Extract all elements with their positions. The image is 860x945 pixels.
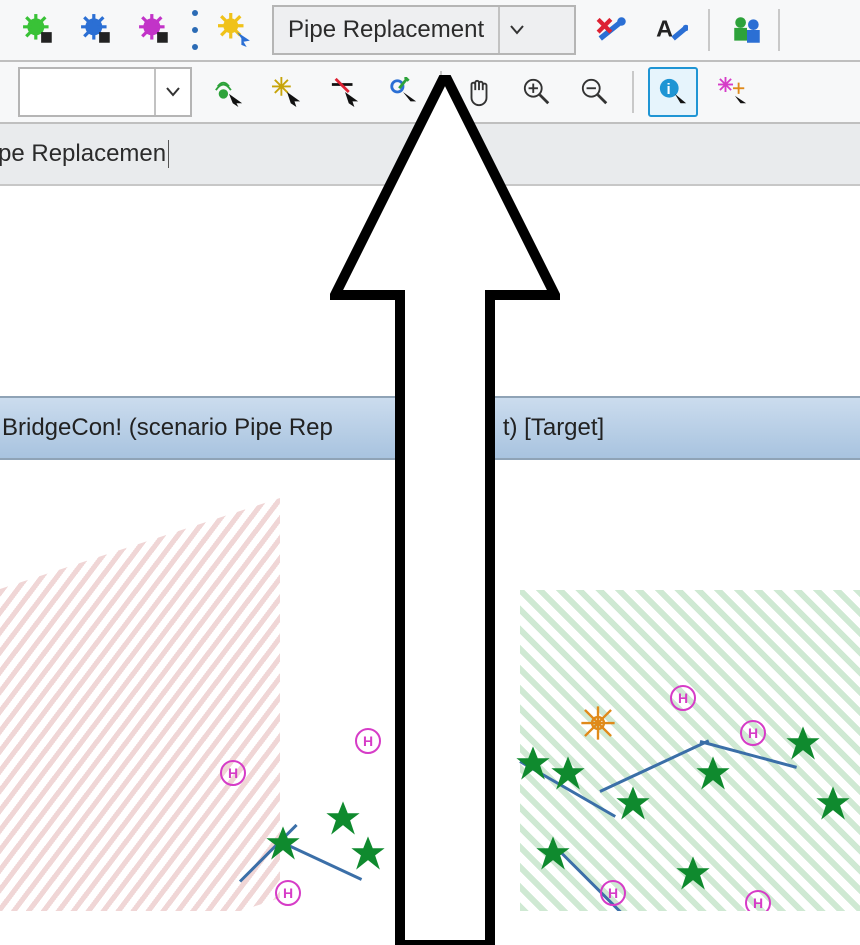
hydrant-node[interactable]: H [670,685,696,711]
people-button[interactable] [724,7,770,53]
toolbar-separator-icon [708,9,710,51]
sun-cursor-icon [218,13,252,47]
tree-node[interactable] [270,830,296,856]
model-window-title-prefix: BridgeCon! (scenario Pipe Rep [2,414,333,442]
scenario-name-text: pe Replacemen [0,140,166,168]
sparkle-cursor-icon [718,77,748,107]
workspace-blank-area [0,186,860,396]
zoom-in-button[interactable] [514,69,560,115]
scenario-name-bar: pe Replacemen [0,124,860,186]
map-canvas[interactable]: H H H H H H H [0,460,860,911]
zoom-out-icon [580,77,610,107]
tree-node[interactable] [620,790,646,816]
gear-magenta-button[interactable] [132,7,178,53]
info-button[interactable]: i [648,67,698,117]
gear-blue-button[interactable] [74,7,120,53]
no-cursor-button[interactable] [322,69,368,115]
signal-cursor-button[interactable] [206,69,252,115]
toolbar-separator-icon [190,10,200,50]
toolbar-separator-icon [778,9,780,51]
tree-node[interactable] [520,750,546,776]
hydrant-node[interactable]: H [745,890,771,911]
tree-node[interactable] [355,840,381,866]
toolbar-row-2: i [0,62,860,124]
hand-icon [464,77,494,107]
zone-pink-hatch [0,498,280,911]
toolbar-row-1: Pipe Replacement A [0,0,860,62]
tree-node[interactable] [540,840,566,866]
toolbar-separator-icon [632,71,634,113]
hydrant-node[interactable]: H [220,760,246,786]
chevron-down-icon[interactable] [154,69,190,115]
tree-node[interactable] [555,760,581,786]
pipe-delete-button[interactable] [590,7,636,53]
sun-node[interactable] [585,710,611,736]
pipe-delete-icon [596,13,630,47]
no-cursor-icon [330,77,360,107]
spark-cursor-icon [272,77,302,107]
secondary-combo[interactable] [18,67,192,117]
hydrant-node[interactable]: H [600,880,626,906]
toolbar-separator-icon [440,71,442,113]
signal-cursor-icon [214,77,244,107]
hydrant-node[interactable]: H [355,728,381,754]
tree-node[interactable] [700,760,726,786]
zoom-out-button[interactable] [572,69,618,115]
model-window-titlebar[interactable]: BridgeCon! (scenario Pipe Rep t) [Target… [0,396,860,460]
snap-cursor-button[interactable] [380,69,426,115]
hydrant-node[interactable]: H [275,880,301,906]
tree-node[interactable] [680,860,706,886]
spark-cursor-button[interactable] [264,69,310,115]
hydrant-node[interactable]: H [740,720,766,746]
text-annotate-icon: A [654,13,688,47]
sun-cursor-button[interactable] [212,7,258,53]
zoom-in-icon [522,77,552,107]
snap-cursor-icon [388,77,418,107]
info-icon: i [658,77,688,107]
svg-text:A: A [656,15,673,41]
tree-node[interactable] [820,790,846,816]
gear-magenta-icon [138,13,172,47]
sparkle-cursor-button[interactable] [710,69,756,115]
scenario-combo[interactable]: Pipe Replacement [272,5,576,55]
people-icon [730,13,764,47]
svg-text:i: i [666,81,670,98]
hand-button[interactable] [456,69,502,115]
gear-green-icon [22,13,56,47]
scenario-combo-value: Pipe Replacement [274,16,498,44]
text-annotate-button[interactable]: A [648,7,694,53]
gear-blue-icon [80,13,114,47]
text-caret-icon [168,140,169,168]
tree-node[interactable] [790,730,816,756]
chevron-down-icon[interactable] [498,7,534,53]
tree-node[interactable] [330,805,356,831]
model-window-title-suffix: t) [Target] [503,414,604,442]
gear-green-button[interactable] [16,7,62,53]
